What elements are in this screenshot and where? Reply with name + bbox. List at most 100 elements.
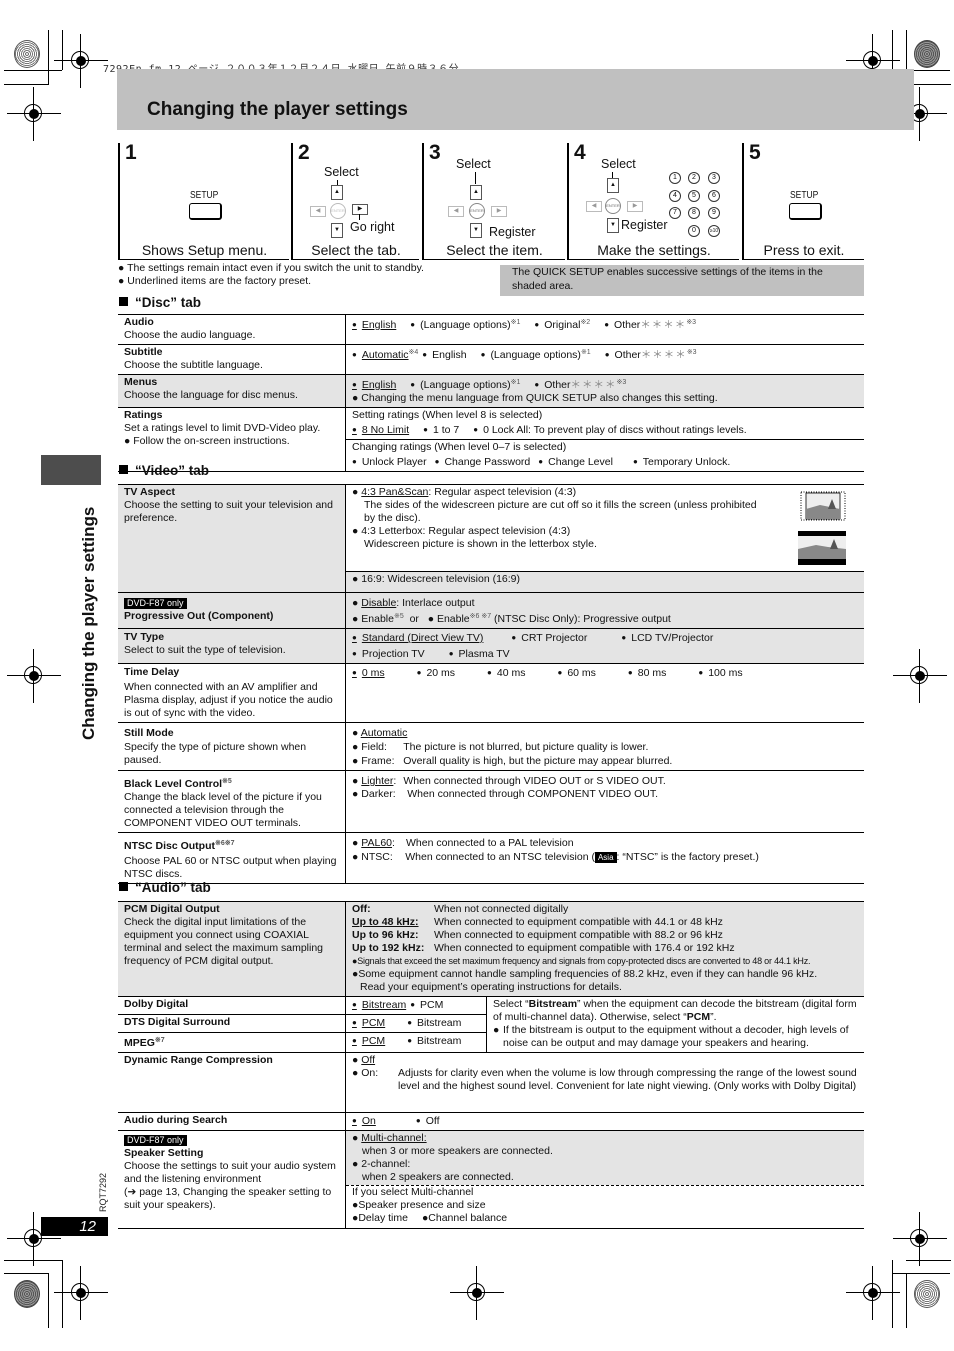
option-plasma-tv: Plasma TV xyxy=(449,647,510,661)
option-language-options: (Language options)※1 xyxy=(410,316,520,332)
left-arrow-key-icon: ◀ xyxy=(448,206,464,217)
option-on: On xyxy=(352,1114,376,1128)
option-english: English xyxy=(422,348,466,362)
numeric-key-icon: 3 xyxy=(708,172,720,184)
crop-line xyxy=(62,1260,63,1328)
model-badge: DVD-F87 only xyxy=(124,1135,187,1146)
register-label: Register xyxy=(489,225,536,239)
setting-row-menus: Menus Choose the language for disc menus.… xyxy=(118,374,864,408)
asia-badge: Asia xyxy=(594,852,617,863)
option-original: Original※2 xyxy=(534,316,590,332)
multi-item-delay: Delay time xyxy=(358,1212,408,1224)
registration-mark xyxy=(54,1266,108,1320)
option-automatic: Automatic※4 xyxy=(352,346,418,362)
step-number: 5 xyxy=(749,141,761,164)
setting-row-progressive-out: DVD-F87 only Progressive Out (Component) … xyxy=(118,592,864,629)
select-label: Select xyxy=(324,165,359,179)
setting-row-ntsc-output: NTSC Disc Output※6※7 Choose PAL 60 or NTS… xyxy=(118,832,864,884)
option-field: Field: xyxy=(361,741,387,753)
step-caption: Shows Setup menu. xyxy=(141,242,268,258)
enter-key-icon: ENTER xyxy=(330,203,346,219)
setting-row-black-level: Black Level Control※5 Change the black le… xyxy=(118,770,864,833)
crop-line xyxy=(48,1273,49,1328)
setup-button-label: SETUP xyxy=(790,190,819,201)
registration-mark xyxy=(7,87,61,141)
registration-disc-bottom-right xyxy=(914,1280,940,1308)
option-disable: Disable xyxy=(361,597,397,609)
crop-line xyxy=(4,1273,49,1274)
option-0-lock-all: 0 Lock All: To prevent play of discs wit… xyxy=(473,423,747,437)
option-language-options: (Language options)※1 xyxy=(410,376,520,392)
video-tab-heading: “Video” tab xyxy=(119,463,209,478)
leader-line xyxy=(475,172,476,184)
right-arrow-key-icon: ▶ xyxy=(491,206,507,217)
option-automatic: Automatic xyxy=(360,727,408,739)
document-code: RQT7292 xyxy=(98,1172,108,1212)
option-language-options: (Language options)※1 xyxy=(481,346,590,362)
step-4: 4 Select ▲ ◀ ENTER ▶ ▼ Register 1 2 3 4 … xyxy=(567,141,739,260)
crop-line xyxy=(906,1260,951,1261)
quick-setup-note: The QUICK SETUP enables successive setti… xyxy=(500,265,864,296)
numeric-key-icon: 2 xyxy=(688,172,700,184)
numeric-key-icon: 6 xyxy=(708,190,720,202)
option-up-to-48khz: Up to 48 kHz: xyxy=(352,916,419,928)
registration-mark xyxy=(54,34,108,88)
option-pcm: PCM xyxy=(352,1016,385,1030)
pcm-note-compat: Some equipment cannot handle sampling fr… xyxy=(358,968,818,980)
setting-row-tv-aspect: TV Aspect Choose the setting to suit your… xyxy=(118,484,864,593)
step-5: 5 SETUP Press to exit. xyxy=(742,141,864,260)
pcm-note-conversion: Signals that exceed the set maximum freq… xyxy=(357,956,811,966)
option-8-no-limit: 8 No Limit xyxy=(352,423,409,437)
setting-row-pcm-output: PCM Digital Output Check the digital inpu… xyxy=(118,901,864,997)
setting-row-dolby-digital: Dolby Digital BitstreamPCM Select “Bitst… xyxy=(118,996,864,1053)
pan-scan-illustration xyxy=(800,491,846,521)
note-underlined: Underlined items are the factory preset. xyxy=(127,275,312,287)
step-2: 2 Select ▲ ◀ ENTER ▶ ▼ Go right Select t… xyxy=(291,141,419,260)
registration-mark xyxy=(846,1266,900,1320)
left-arrow-key-icon: ◀ xyxy=(586,201,602,212)
option-ntsc: NTSC: xyxy=(361,851,393,863)
setting-row-time-delay: Time Delay When connected with an AV ampl… xyxy=(118,663,864,723)
registration-mark xyxy=(7,649,61,703)
option-change-level: Change Level xyxy=(538,455,613,469)
speaker-page-link[interactable]: (➔ page 13, Changing the speaker setting… xyxy=(124,1186,339,1212)
option-english: English xyxy=(352,318,396,332)
setting-row-tv-type: TV Type Select to suit the type of televi… xyxy=(118,628,864,664)
option-bitstream: Bitstream xyxy=(407,1016,461,1030)
registration-disc-top-left xyxy=(14,40,40,68)
setting-row-ratings: Ratings Set a ratings level to limit DVD-… xyxy=(118,407,864,472)
crop-line xyxy=(906,1273,907,1328)
setting-row-audio-during-search: Audio during Search OnOff xyxy=(118,1112,864,1131)
notes: ● The settings remain intact even if you… xyxy=(118,262,424,287)
option-80ms: 80 ms xyxy=(628,666,667,680)
setting-row-speaker-setting: DVD-F87 only Speaker Setting Choose the se… xyxy=(118,1130,864,1229)
step-number: 1 xyxy=(125,141,137,164)
letterbox-illustration xyxy=(798,531,846,565)
down-arrow-key-icon: ▼ xyxy=(331,223,343,238)
registration-disc-bottom-left xyxy=(14,1280,40,1308)
select-label: Select xyxy=(601,157,636,171)
up-arrow-key-icon: ▲ xyxy=(331,185,343,200)
option-lighter: Lighter xyxy=(361,775,394,787)
left-arrow-key-icon: ◀ xyxy=(310,206,326,217)
option-other: Other＊＊＊＊※3 xyxy=(604,316,696,332)
page-number: 12 xyxy=(41,1217,108,1236)
option-english: English xyxy=(352,378,396,392)
setting-row-drc: Dynamic Range Compression ● Off ● On: Adj… xyxy=(118,1052,864,1113)
bitstream-warning: If the bitstream is output to the equipm… xyxy=(503,1024,849,1049)
registration-mark xyxy=(893,1212,947,1266)
up-arrow-key-icon: ▲ xyxy=(470,185,482,200)
numeric-key-icon: 0 xyxy=(688,225,700,237)
option-pal60: PAL60 xyxy=(361,837,393,849)
enter-key-icon: ENTER xyxy=(605,198,621,214)
numeric-key-icon: 7 xyxy=(669,207,681,219)
register-label: Register xyxy=(621,218,668,232)
setting-row-subtitle: SubtitleChoose the subtitle language. Au… xyxy=(118,344,864,375)
crop-line xyxy=(892,1260,893,1328)
side-title: Changing the player settings xyxy=(79,506,98,740)
registration-mark xyxy=(893,649,947,703)
setting-ratings-heading: Setting ratings (When level 8 is selecte… xyxy=(352,409,543,421)
option-16-9: 16:9: Widescreen television (16:9) xyxy=(361,573,521,585)
select-label: Select xyxy=(456,157,491,171)
disc-tab-table: AudioChoose the audio language. English(… xyxy=(118,314,864,472)
